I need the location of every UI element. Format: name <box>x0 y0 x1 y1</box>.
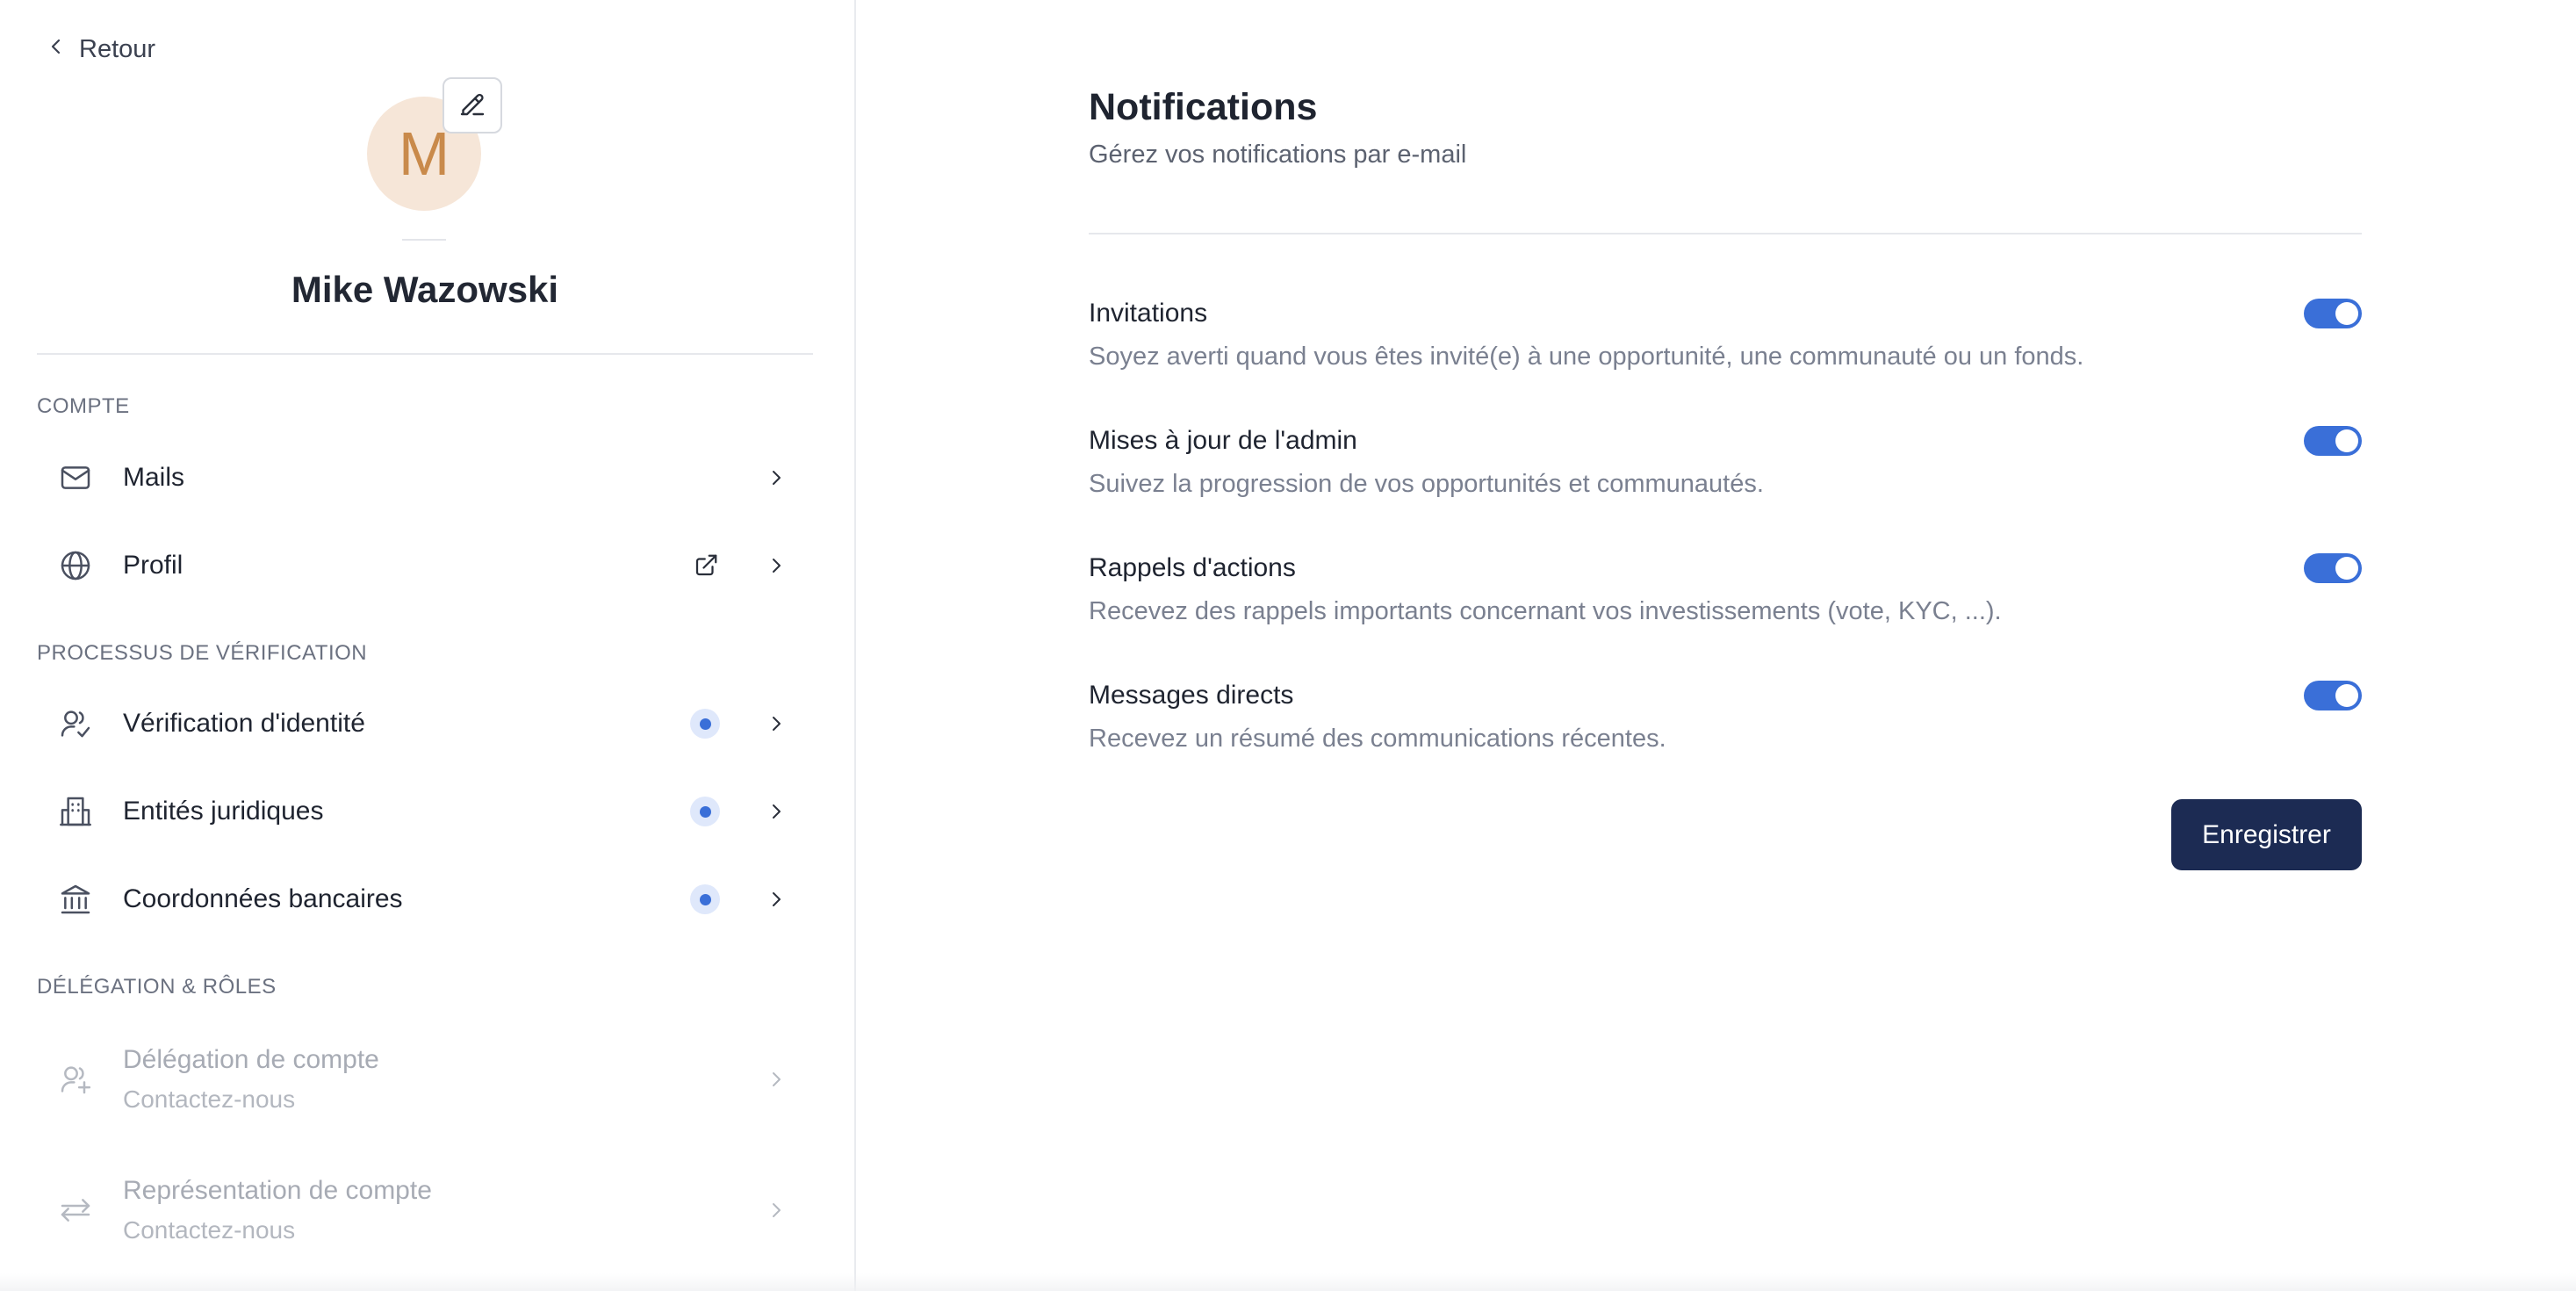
edit-avatar-button[interactable] <box>443 77 502 133</box>
notification-description: Recevez des rappels importants concernan… <box>1089 597 2002 625</box>
sidebar-item-label: Mails <box>123 463 185 492</box>
section-title-compte: COMPTE <box>37 394 130 418</box>
notification-row-action-reminders: Rappels d'actions Recevez des rappels im… <box>1089 553 2362 641</box>
divider <box>1089 233 2362 234</box>
sidebar-item-text: Délégation de compte Contactez-nous <box>123 1045 760 1114</box>
back-label: Retour <box>79 34 156 63</box>
sidebar-item-sublabel: Contactez-nous <box>123 1216 296 1244</box>
notification-row-invitations: Invitations Soyez averti quand vous êtes… <box>1089 299 2362 386</box>
sidebar-item-profil[interactable]: Profil <box>37 529 813 602</box>
admin-updates-toggle[interactable] <box>2304 426 2362 456</box>
user-check-icon <box>56 704 95 743</box>
sidebar-item-text: Représentation de compte Contactez-nous <box>123 1176 760 1244</box>
sidebar-item-label: Profil <box>123 551 183 580</box>
swap-arrows-icon <box>56 1191 95 1230</box>
notification-title: Invitations <box>1089 299 1208 328</box>
chevron-right-icon <box>760 1194 792 1226</box>
building-icon <box>56 792 95 831</box>
sidebar-item-account-representation: Représentation de compte Contactez-nous <box>37 1153 813 1267</box>
chevron-right-icon <box>760 708 792 739</box>
pending-status-badge <box>690 797 720 826</box>
notification-title: Rappels d'actions <box>1089 553 1296 582</box>
save-button[interactable]: Enregistrer <box>2171 799 2362 870</box>
chevron-right-icon <box>760 462 792 494</box>
chevron-right-icon <box>760 796 792 827</box>
divider <box>37 353 813 355</box>
mail-icon <box>56 458 95 497</box>
sidebar-item-mails[interactable]: Mails <box>37 441 813 515</box>
chevron-right-icon <box>760 884 792 915</box>
sidebar-item-legal-entities[interactable]: Entités juridiques <box>37 775 813 848</box>
sidebar-item-bank-details[interactable]: Coordonnées bancaires <box>37 862 813 936</box>
external-link-icon[interactable] <box>688 548 723 583</box>
settings-sidebar: Retour M Mike Wazowski COMPTE Mails Prof… <box>0 0 856 1291</box>
pencil-icon <box>457 88 488 124</box>
pending-status-badge <box>690 709 720 739</box>
notification-title: Messages directs <box>1089 681 1294 710</box>
page-subtitle: Gérez vos notifications par e-mail <box>1089 141 1467 169</box>
notification-description: Recevez un résumé des communications réc… <box>1089 725 1666 753</box>
invitations-toggle[interactable] <box>2304 299 2362 328</box>
notification-description: Suivez la progression de vos opportunité… <box>1089 470 1764 498</box>
notification-description: Soyez averti quand vous êtes invité(e) à… <box>1089 343 2084 371</box>
notification-row-admin-updates: Mises à jour de l'admin Suivez la progre… <box>1089 426 2362 514</box>
section-title-verification: PROCESSUS DE VÉRIFICATION <box>37 641 368 665</box>
sidebar-item-label: Représentation de compte <box>123 1176 432 1205</box>
sidebar-item-label: Délégation de compte <box>123 1045 379 1074</box>
avatar-underline <box>402 239 446 241</box>
globe-icon <box>56 546 95 585</box>
pending-status-badge <box>690 884 720 914</box>
chevron-right-icon <box>760 1064 792 1095</box>
chevron-left-icon <box>46 35 67 64</box>
notification-row-direct-messages: Messages directs Recevez un résumé des c… <box>1089 681 2362 768</box>
notification-title: Mises à jour de l'admin <box>1089 426 1357 455</box>
bottom-shadow <box>0 1273 2576 1291</box>
sidebar-item-sublabel: Contactez-nous <box>123 1085 296 1113</box>
sidebar-item-identity-verification[interactable]: Vérification d'identité <box>37 687 813 761</box>
avatar-container: M <box>367 77 502 211</box>
user-name: Mike Wazowski <box>291 269 559 310</box>
notifications-panel: Notifications Gérez vos notifications pa… <box>858 0 2576 1291</box>
action-reminders-toggle[interactable] <box>2304 553 2362 583</box>
user-plus-icon <box>56 1060 95 1099</box>
page-title: Notifications <box>1089 86 1318 128</box>
sidebar-item-label: Coordonnées bancaires <box>123 884 403 913</box>
bank-icon <box>56 880 95 919</box>
sidebar-item-label: Entités juridiques <box>123 797 324 826</box>
direct-messages-toggle[interactable] <box>2304 681 2362 710</box>
section-title-delegation: DÉLÉGATION & RÔLES <box>37 975 277 999</box>
back-link[interactable]: Retour <box>46 32 155 67</box>
chevron-right-icon <box>760 550 792 581</box>
sidebar-item-label: Vérification d'identité <box>123 709 365 738</box>
sidebar-item-account-delegation: Délégation de compte Contactez-nous <box>37 1022 813 1136</box>
